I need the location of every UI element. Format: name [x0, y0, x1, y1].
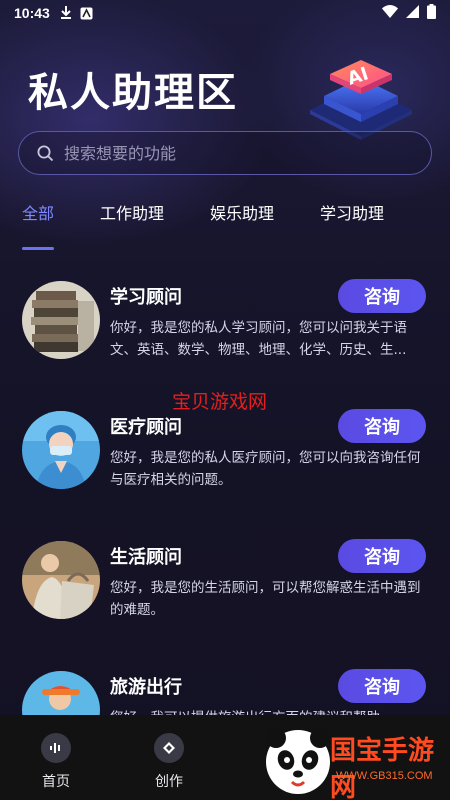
tab-entertainment-assistant[interactable]: 娱乐助理 — [210, 200, 274, 240]
assistant-description: 您好，我是您的私人医疗顾问，您可以向我咨询任何与医疗相关的问题。 — [110, 450, 421, 488]
assistant-description: 您好，我是您的生活顾问，可以帮您解惑生活中遇到的难题。 — [110, 580, 421, 618]
avatar-nurse — [22, 411, 100, 489]
page-title: 私人助理区 — [28, 70, 238, 116]
nav-item-home[interactable]: 首页 — [26, 733, 86, 791]
create-icon — [154, 733, 184, 763]
consult-button[interactable]: 咨询 — [338, 539, 426, 573]
wifi-icon — [382, 4, 398, 22]
assistant-title: 医疗顾问 — [110, 417, 182, 438]
assistant-card-medical[interactable]: 医疗顾问 咨询 您好，我是您的私人医疗顾问，您可以向我咨询任何与医疗相关的问题。 — [22, 409, 430, 501]
tab-study-assistant[interactable]: 学习助理 — [320, 200, 384, 240]
brand-url: WWW.GB315.COM — [336, 770, 433, 782]
search-input[interactable] — [64, 143, 413, 163]
site-logo: 国宝手游网 WWW.GB315.COM — [262, 720, 450, 800]
brand-name: 国宝手游网 — [330, 736, 435, 800]
nav-label-create: 创作 — [155, 774, 183, 790]
consult-button[interactable]: 咨询 — [338, 669, 426, 703]
consult-button[interactable]: 咨询 — [338, 409, 426, 443]
assistant-title: 旅游出行 — [110, 677, 182, 698]
notification-icon — [80, 7, 93, 20]
search-bar[interactable] — [18, 131, 432, 175]
avatar-shopping — [22, 541, 100, 619]
panda-icon — [266, 728, 330, 794]
assistant-title: 生活顾问 — [110, 547, 182, 568]
status-bar: 10:43 — [0, 0, 450, 26]
avatar-books — [22, 281, 100, 359]
download-icon — [60, 6, 72, 20]
consult-button[interactable]: 咨询 — [338, 279, 426, 313]
search-icon — [37, 145, 54, 162]
nav-item-create[interactable]: 创作 — [139, 733, 199, 791]
assistant-card-study[interactable]: 学习顾问 咨询 你好，我是您的私人学习顾问，您可以问我关于语文、英语、数学、物理… — [22, 279, 430, 371]
home-icon — [41, 733, 71, 763]
assistant-description: 你好，我是您的私人学习顾问，您可以问我关于语文、英语、数学、物理、地理、化学、历… — [110, 320, 407, 358]
cellular-signal-icon — [406, 4, 419, 22]
category-tabs: 全部 工作助理 娱乐助理 学习助理 — [22, 200, 430, 250]
battery-icon — [427, 3, 436, 23]
nav-label-home: 首页 — [42, 774, 70, 790]
assistant-card-life[interactable]: 生活顾问 咨询 您好，我是您的生活顾问，可以帮您解惑生活中遇到的难题。 — [22, 539, 430, 631]
watermark-text: 宝贝游戏网 — [172, 391, 268, 413]
ai-chip-illustration: AI — [300, 48, 422, 140]
status-time: 10:43 — [14, 5, 50, 21]
assistant-title: 学习顾问 — [110, 287, 182, 308]
tab-all[interactable]: 全部 — [22, 200, 55, 250]
tab-work-assistant[interactable]: 工作助理 — [100, 200, 164, 240]
